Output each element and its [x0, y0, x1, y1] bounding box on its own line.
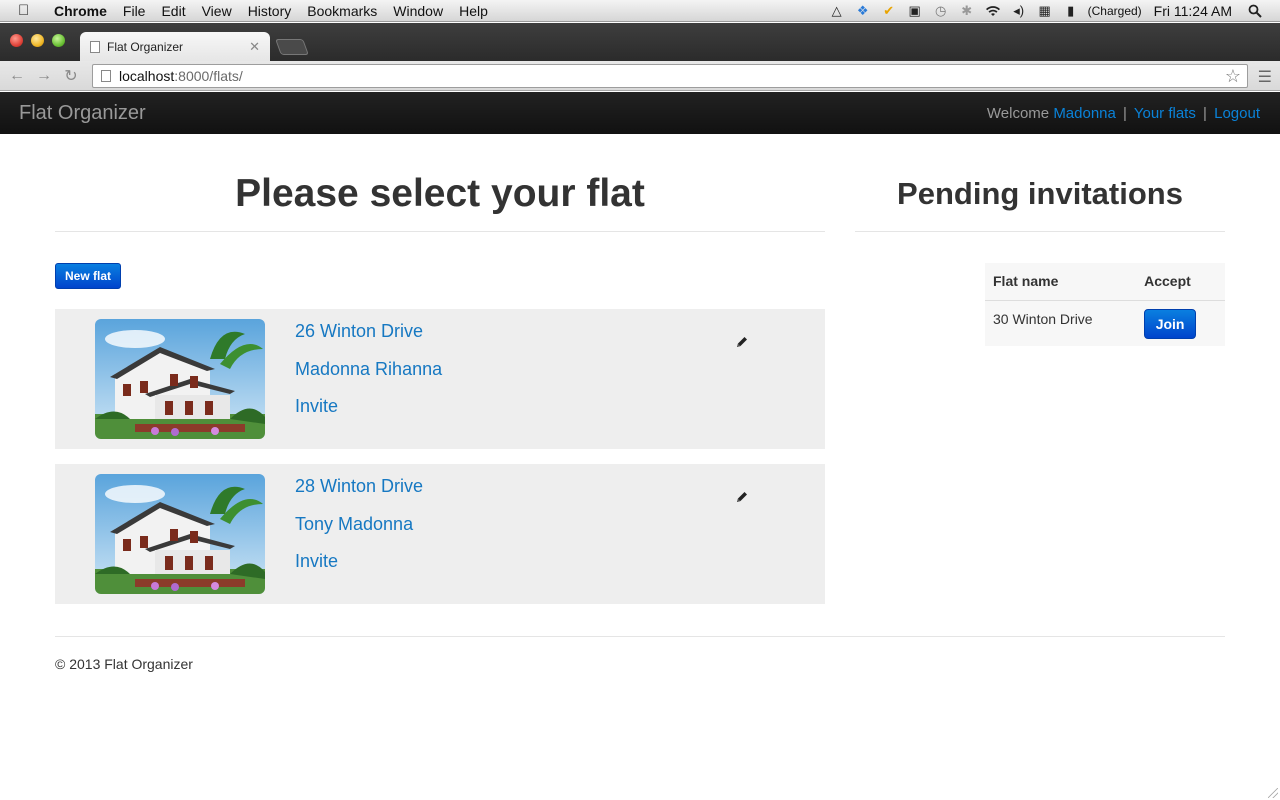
spotlight-search-icon[interactable]	[1247, 4, 1263, 18]
flat-invite-link[interactable]: Invite	[295, 396, 442, 434]
flat-members-link[interactable]: Tony Madonna	[295, 514, 423, 552]
menu-history[interactable]: History	[248, 3, 292, 19]
forward-arrow-icon[interactable]: →	[34, 67, 54, 85]
calendar-icon[interactable]: ▦	[1037, 3, 1053, 18]
flat-card: 28 Winton Drive Tony Madonna Invite	[55, 464, 825, 604]
flat-invite-link[interactable]: Invite	[295, 551, 423, 589]
volume-icon[interactable]: ◂)	[1011, 3, 1027, 18]
drive-icon[interactable]: △	[829, 3, 845, 18]
pending-invitations-panel: Pending invitations Flat name Accept 30 …	[855, 134, 1225, 346]
user-profile-link[interactable]: Madonna	[1053, 105, 1116, 122]
window-close-button[interactable]	[10, 34, 23, 47]
logout-link[interactable]: Logout	[1214, 105, 1260, 122]
battery-status: (Charged)	[1087, 3, 1142, 18]
join-button[interactable]: Join	[1144, 308, 1197, 339]
dropbox-icon[interactable]: ❖	[855, 3, 871, 18]
browser-tabstrip: Flat Organizer ✕	[0, 23, 1280, 61]
menu-file[interactable]: File	[123, 3, 146, 19]
user-nav: Welcome Madonna | Your flats | Logout	[987, 105, 1260, 122]
address-bar[interactable]: localhost:8000/flats/ ☆	[92, 64, 1248, 88]
pencil-icon[interactable]	[735, 490, 749, 504]
url-host: localhost	[119, 68, 175, 84]
back-arrow-icon[interactable]: ←	[7, 67, 27, 85]
flat-selection-panel: Please select your flat New flat 26 Wint…	[55, 134, 825, 604]
your-flats-link[interactable]: Your flats	[1134, 105, 1196, 122]
menu-help[interactable]: Help	[459, 3, 488, 19]
flat-links: 26 Winton Drive Madonna Rihanna Invite	[295, 321, 442, 434]
flat-name-link[interactable]: 26 Winton Drive	[295, 321, 442, 359]
footer-copyright: © 2013 Flat Organizer	[55, 656, 193, 672]
table-row: 30 Winton Drive Join	[985, 300, 1225, 346]
new-tab-button[interactable]	[275, 39, 309, 55]
battery-icon[interactable]: ▮	[1063, 3, 1079, 18]
bluetooth-icon[interactable]: ✱	[959, 3, 975, 18]
window-zoom-button[interactable]	[52, 34, 65, 47]
table-header-row: Flat name Accept	[985, 263, 1225, 301]
new-flat-button[interactable]: New flat	[55, 263, 121, 289]
flat-members-link[interactable]: Madonna Rihanna	[295, 359, 442, 397]
column-header-flat-name: Flat name	[985, 263, 1137, 301]
apple-logo-icon[interactable]: 	[18, 2, 40, 19]
window-resize-handle[interactable]	[1268, 788, 1278, 798]
column-header-accept: Accept	[1136, 263, 1225, 301]
menu-bookmarks[interactable]: Bookmarks	[307, 3, 377, 19]
time-machine-icon[interactable]: ◷	[933, 3, 949, 18]
tab-close-icon[interactable]: ✕	[249, 39, 260, 55]
brand-logo[interactable]: Flat Organizer	[19, 102, 146, 125]
invitations-table: Flat name Accept 30 Winton Drive Join	[985, 263, 1225, 346]
menu-view[interactable]: View	[202, 3, 232, 19]
page-icon	[101, 70, 111, 82]
url-path: :8000/flats/	[174, 68, 243, 84]
pencil-icon[interactable]	[735, 335, 749, 349]
nav-separator: |	[1203, 104, 1207, 122]
checkmark-icon[interactable]: ✔	[881, 3, 897, 18]
menubar-clock[interactable]: Fri 11:24 AM	[1154, 3, 1232, 19]
welcome-text: Welcome	[986, 104, 1050, 122]
invitation-accept-cell: Join	[1136, 300, 1225, 346]
flat-name-link[interactable]: 28 Winton Drive	[295, 476, 423, 514]
page-title: Please select your flat	[55, 134, 825, 232]
app-navbar: Flat Organizer Welcome Madonna | Your fl…	[0, 92, 1280, 134]
browser-toolbar: ← → ↻ localhost:8000/flats/ ☆ ☰	[0, 61, 1280, 91]
wifi-icon[interactable]	[985, 4, 1001, 18]
display-icon[interactable]: ▣	[907, 3, 923, 18]
page-icon	[90, 40, 100, 53]
invitation-flat-name: 30 Winton Drive	[993, 310, 1093, 327]
chrome-menu-icon[interactable]: ☰	[1258, 67, 1272, 87]
flat-photo	[95, 319, 265, 439]
flat-links: 28 Winton Drive Tony Madonna Invite	[295, 476, 423, 589]
footer-divider	[55, 636, 1225, 637]
reload-icon[interactable]: ↻	[61, 66, 81, 86]
menu-edit[interactable]: Edit	[161, 3, 185, 19]
pending-invitations-title: Pending invitations	[855, 134, 1225, 232]
tab-title: Flat Organizer	[107, 39, 184, 54]
bookmark-star-icon[interactable]: ☆	[1225, 66, 1241, 87]
nav-separator: |	[1123, 104, 1127, 122]
os-menubar:  Chrome File Edit View History Bookmark…	[0, 0, 1280, 22]
menu-window[interactable]: Window	[393, 3, 443, 19]
flat-photo	[95, 474, 265, 594]
browser-tab-active[interactable]: Flat Organizer ✕	[80, 32, 270, 61]
window-minimize-button[interactable]	[31, 34, 44, 47]
flat-card: 26 Winton Drive Madonna Rihanna Invite	[55, 309, 825, 449]
menu-app-name[interactable]: Chrome	[54, 3, 107, 19]
